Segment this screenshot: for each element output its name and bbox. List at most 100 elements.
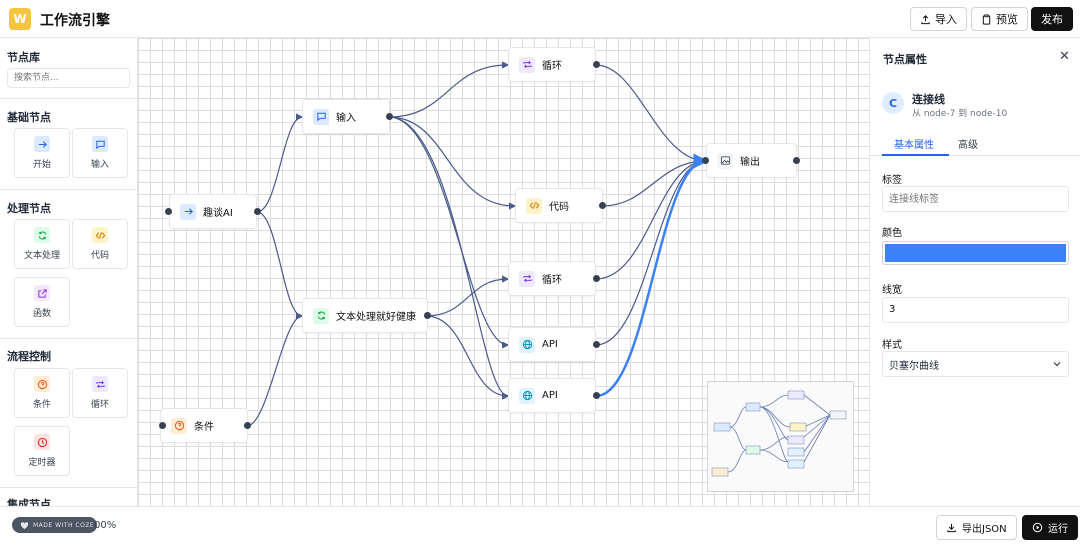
minimap-graph (711, 390, 847, 477)
node-search-input[interactable] (7, 68, 130, 88)
output-port[interactable] (593, 61, 600, 68)
node-loop-1[interactable]: 循环 (508, 47, 596, 82)
image-icon (717, 152, 733, 169)
node-label: 输入 (336, 113, 356, 124)
palette-item-label: 文本处理 (23, 251, 60, 261)
download-icon (947, 523, 956, 533)
node-text-processing[interactable]: 文本处理就好健康 (302, 298, 428, 333)
help-circle-icon (34, 376, 50, 392)
watermark-text: MADE WITH COZE (33, 521, 95, 529)
publish-button[interactable]: 发布 (1031, 7, 1073, 31)
output-port[interactable] (244, 422, 251, 429)
palette-item-timer[interactable]: 定时器 (14, 426, 70, 476)
selected-item-subtitle: 从 node-7 到 node-10 (912, 109, 1008, 119)
output-port[interactable] (599, 202, 606, 209)
edge[interactable] (595, 64, 708, 165)
code-icon (92, 227, 108, 243)
node-output[interactable]: 输出 (706, 143, 797, 178)
node-loop-2[interactable]: 循环 (508, 261, 596, 296)
node-api-1[interactable]: API (508, 327, 596, 362)
output-port[interactable] (793, 157, 800, 164)
minimap[interactable] (707, 381, 854, 492)
color-picker[interactable] (882, 241, 1069, 265)
edge[interactable] (595, 157, 708, 346)
bottom-bar: MADE WITH COZE 00% 导出JSON 运行 (0, 506, 1080, 547)
play-circle-icon (1032, 522, 1043, 533)
app-logo: W (9, 8, 31, 30)
edge[interactable] (256, 211, 304, 320)
palette-item-code[interactable]: 代码 (72, 219, 128, 269)
output-port[interactable] (593, 341, 600, 348)
edge[interactable] (425, 275, 510, 317)
style-field-label: 样式 (882, 340, 902, 351)
palette-item-loop[interactable]: 循环 (72, 368, 128, 418)
clock-icon (34, 434, 50, 450)
output-port[interactable] (593, 275, 600, 282)
repeat-icon (519, 56, 535, 73)
properties-title: 节点属性 (883, 53, 927, 66)
line-style-value: 贝塞尔曲线 (889, 360, 939, 372)
label-field-label: 标签 (882, 175, 902, 186)
node-label: 循环 (542, 275, 562, 286)
palette-item-label: 函数 (32, 309, 51, 319)
node-label: 代码 (549, 202, 569, 213)
input-port[interactable] (159, 422, 166, 429)
edge[interactable] (388, 61, 510, 118)
edge[interactable] (246, 312, 304, 427)
edge[interactable] (388, 116, 510, 400)
input-port[interactable] (165, 208, 172, 215)
close-icon[interactable]: ✕ (1059, 49, 1070, 64)
palette-item-function[interactable]: 函数 (14, 277, 70, 327)
node-condition[interactable]: 条件 (160, 408, 248, 443)
tab-advanced[interactable]: 高级 (958, 136, 978, 151)
chevron-down-icon (1053, 362, 1061, 367)
node-label: 文本处理就好健康 (336, 312, 416, 323)
line-style-select[interactable]: 贝塞尔曲线 (882, 351, 1069, 377)
palette-item-input[interactable]: 输入 (72, 128, 128, 178)
upload-icon (921, 14, 930, 24)
selected-edge[interactable] (595, 153, 709, 398)
refresh-icon (34, 227, 50, 243)
tab-basic[interactable]: 基本属性 (894, 136, 934, 151)
node-library-sidebar: 节点库 基础节点 开始 输入 处理节点 文本处理 代码 函数 流程控制 条件 循… (0, 38, 138, 506)
refresh-icon (313, 307, 329, 324)
edge[interactable] (388, 116, 517, 210)
palette-item-label: 输入 (90, 160, 109, 170)
palette-item-label: 代码 (90, 251, 109, 261)
node-code[interactable]: 代码 (515, 188, 603, 223)
edge[interactable] (256, 113, 304, 213)
node-label: 条件 (194, 422, 214, 433)
output-port[interactable] (254, 208, 261, 215)
category-flow-title: 流程控制 (7, 350, 51, 363)
palette-item-start[interactable]: 开始 (14, 128, 70, 178)
edge[interactable] (425, 315, 510, 400)
output-port[interactable] (424, 312, 431, 319)
properties-panel: 节点属性 ✕ C 连接线 从 node-7 到 node-10 基本属性 高级 … (869, 38, 1080, 506)
palette-item-label: 定时器 (28, 458, 56, 468)
workflow-canvas[interactable]: 趣谈AI 条件 输入 文本处理就好健康 循环 代码 循环 API API 输出 (138, 38, 869, 506)
palette-item-text-processing[interactable]: 文本处理 (14, 219, 70, 269)
node-start[interactable]: 趣谈AI (169, 194, 257, 229)
selected-item-name: 连接线 (912, 93, 945, 106)
import-label: 导入 (935, 13, 957, 26)
app-title: 工作流引擎 (40, 13, 110, 29)
output-port[interactable] (386, 113, 393, 120)
line-width-input[interactable]: 3 (882, 297, 1069, 323)
input-port[interactable] (702, 157, 709, 164)
connection-badge: C (882, 92, 904, 114)
node-api-2[interactable]: API (508, 378, 596, 413)
node-label: API (542, 390, 558, 401)
run-button[interactable]: 运行 (1022, 515, 1078, 540)
coze-logo-icon (20, 521, 29, 529)
node-input[interactable]: 输入 (302, 99, 390, 134)
export-json-button[interactable]: 导出JSON (936, 515, 1017, 540)
edge[interactable] (595, 157, 708, 280)
edge-label-input[interactable] (882, 186, 1069, 212)
import-button[interactable]: 导入 (910, 7, 967, 31)
palette-item-condition[interactable]: 条件 (14, 368, 70, 418)
arrow-right-icon (180, 203, 196, 220)
node-label: 输出 (740, 157, 760, 168)
output-port[interactable] (593, 392, 600, 399)
preview-button[interactable]: 预览 (971, 7, 1028, 31)
divider (0, 189, 137, 190)
